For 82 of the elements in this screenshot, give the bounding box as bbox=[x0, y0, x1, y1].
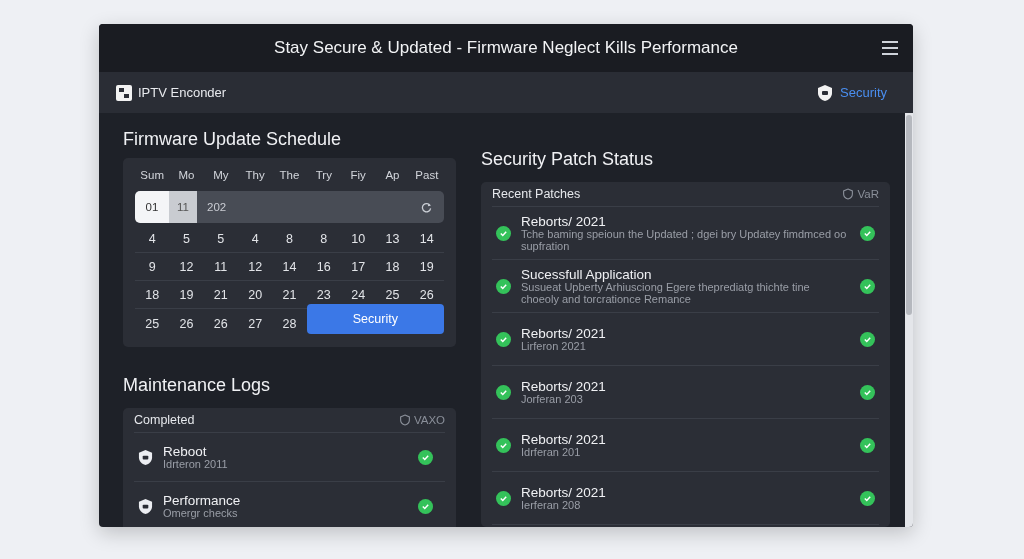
patch-description: Ierferan 208 bbox=[521, 499, 582, 512]
window-title: Stay Secure & Updated - Firmware Neglect Kills Performance bbox=[274, 38, 738, 58]
log-subtitle: Omergr checks bbox=[163, 507, 239, 520]
year-segment[interactable]: 202 bbox=[207, 201, 227, 213]
calendar-day[interactable]: 9 bbox=[135, 259, 170, 274]
calendar-day[interactable]: 12 bbox=[169, 259, 204, 274]
weekday-label: Sum bbox=[139, 168, 165, 183]
weekday-label: The bbox=[278, 168, 301, 183]
calendar-day[interactable]: 26 bbox=[203, 317, 238, 331]
patch-description: Lirferon 2021 bbox=[521, 340, 587, 353]
calendar-day[interactable]: 4 bbox=[238, 231, 273, 246]
date-field[interactable]: 01 11 202 bbox=[135, 191, 444, 223]
patch-description: Idrferan 201 bbox=[521, 446, 582, 459]
calendar-day[interactable]: 5 bbox=[203, 231, 238, 246]
calendar-day[interactable]: 26 bbox=[409, 287, 444, 302]
panel-code-label: VAXO bbox=[413, 414, 445, 426]
calendar-day[interactable]: 4 bbox=[135, 231, 170, 246]
log-title: Performance bbox=[163, 492, 242, 508]
calendar-day[interactable]: 19 bbox=[169, 287, 204, 302]
patch-title: Reborts/ 2021 bbox=[521, 484, 607, 500]
log-subtitle: Idrteron 2011 bbox=[163, 458, 229, 471]
day-segment[interactable]: 01 bbox=[135, 191, 169, 223]
patch-title: Sucessfull Application bbox=[521, 266, 653, 282]
calendar-day[interactable]: 21 bbox=[203, 287, 238, 302]
patch-title: Reborts/ 2021 bbox=[521, 378, 607, 394]
calendar-day[interactable]: 23 bbox=[306, 287, 341, 302]
menu-icon[interactable] bbox=[881, 41, 899, 55]
calendar-day[interactable]: 16 bbox=[306, 259, 341, 274]
calendar-day[interactable]: 17 bbox=[341, 259, 376, 274]
calendar-day[interactable]: 24 bbox=[341, 287, 376, 302]
patch-title: Reborts/ 2021 bbox=[521, 325, 607, 341]
calendar-day[interactable]: 8 bbox=[272, 231, 307, 246]
calendar-day[interactable]: 13 bbox=[375, 231, 410, 246]
calendar-day[interactable]: 11 bbox=[203, 259, 238, 274]
shield-icon bbox=[138, 497, 153, 515]
calendar-day[interactable]: 25 bbox=[135, 317, 170, 331]
section-heading: Security Patch Status bbox=[481, 149, 655, 170]
patch-title: Reborts/ 2021 bbox=[521, 431, 607, 447]
logo-icon bbox=[116, 84, 132, 101]
shield-icon bbox=[817, 83, 834, 102]
calendar-day[interactable]: 19 bbox=[409, 259, 444, 274]
shield-icon bbox=[138, 448, 153, 466]
calendar-day[interactable]: 27 bbox=[238, 317, 273, 331]
panel-header: Recent Patches bbox=[492, 187, 581, 201]
calendar-day[interactable]: 18 bbox=[135, 287, 170, 302]
weekday-label: Fiy bbox=[349, 168, 367, 183]
patch-description: Tche baming speioun the Updated ; dgei bry Updatey fimdmced oo supfration bbox=[521, 228, 848, 253]
calendar-day[interactable]: 8 bbox=[306, 231, 341, 246]
calendar-day[interactable]: 26 bbox=[169, 317, 204, 331]
calendar-day[interactable]: 5 bbox=[169, 231, 204, 246]
weekday-label: Try bbox=[314, 168, 333, 183]
calendar-day[interactable]: 12 bbox=[238, 259, 273, 274]
calendar-day[interactable]: 28 bbox=[272, 317, 307, 331]
panel-code-label: VaR bbox=[857, 188, 879, 200]
app-name: IPTV Enconder bbox=[138, 85, 227, 100]
patch-title: Reborts/ 2021 bbox=[521, 213, 607, 229]
weekday-label: My bbox=[212, 168, 230, 183]
patch-description: Jorferan 203 bbox=[521, 393, 584, 406]
weekday-label: Ap bbox=[384, 168, 401, 183]
security-button[interactable]: Security bbox=[306, 304, 444, 334]
calendar-day[interactable]: 14 bbox=[272, 259, 307, 274]
calendar-day[interactable]: 20 bbox=[238, 287, 273, 302]
shield-icon bbox=[843, 188, 854, 200]
calendar-day[interactable]: 10 bbox=[341, 231, 376, 246]
log-title: Reboot bbox=[163, 443, 208, 459]
scrollbar[interactable] bbox=[905, 113, 913, 527]
section-heading: Firmware Update Schedule bbox=[123, 129, 343, 150]
weekday-label: Thy bbox=[244, 168, 266, 183]
refresh-icon[interactable] bbox=[421, 201, 432, 213]
panel-header: Completed bbox=[134, 413, 195, 427]
calendar-day[interactable]: 25 bbox=[375, 287, 410, 302]
calendar-day[interactable]: 18 bbox=[375, 259, 410, 274]
shield-icon bbox=[399, 414, 410, 426]
patch-description: Susueat Upberty Arhiusciong Egere theprediatg thichte tine choeoly and torcrationce Remance bbox=[521, 281, 811, 306]
weekday-label: Mo bbox=[177, 168, 196, 183]
month-segment[interactable]: 11 bbox=[169, 191, 197, 223]
scrollbar-thumb[interactable] bbox=[906, 115, 912, 315]
weekday-label: Past bbox=[414, 168, 440, 183]
calendar-day[interactable]: 21 bbox=[272, 287, 307, 302]
security-link[interactable]: Security bbox=[817, 83, 887, 102]
calendar-day[interactable]: 14 bbox=[409, 231, 444, 246]
section-heading: Maintenance Logs bbox=[123, 375, 272, 396]
